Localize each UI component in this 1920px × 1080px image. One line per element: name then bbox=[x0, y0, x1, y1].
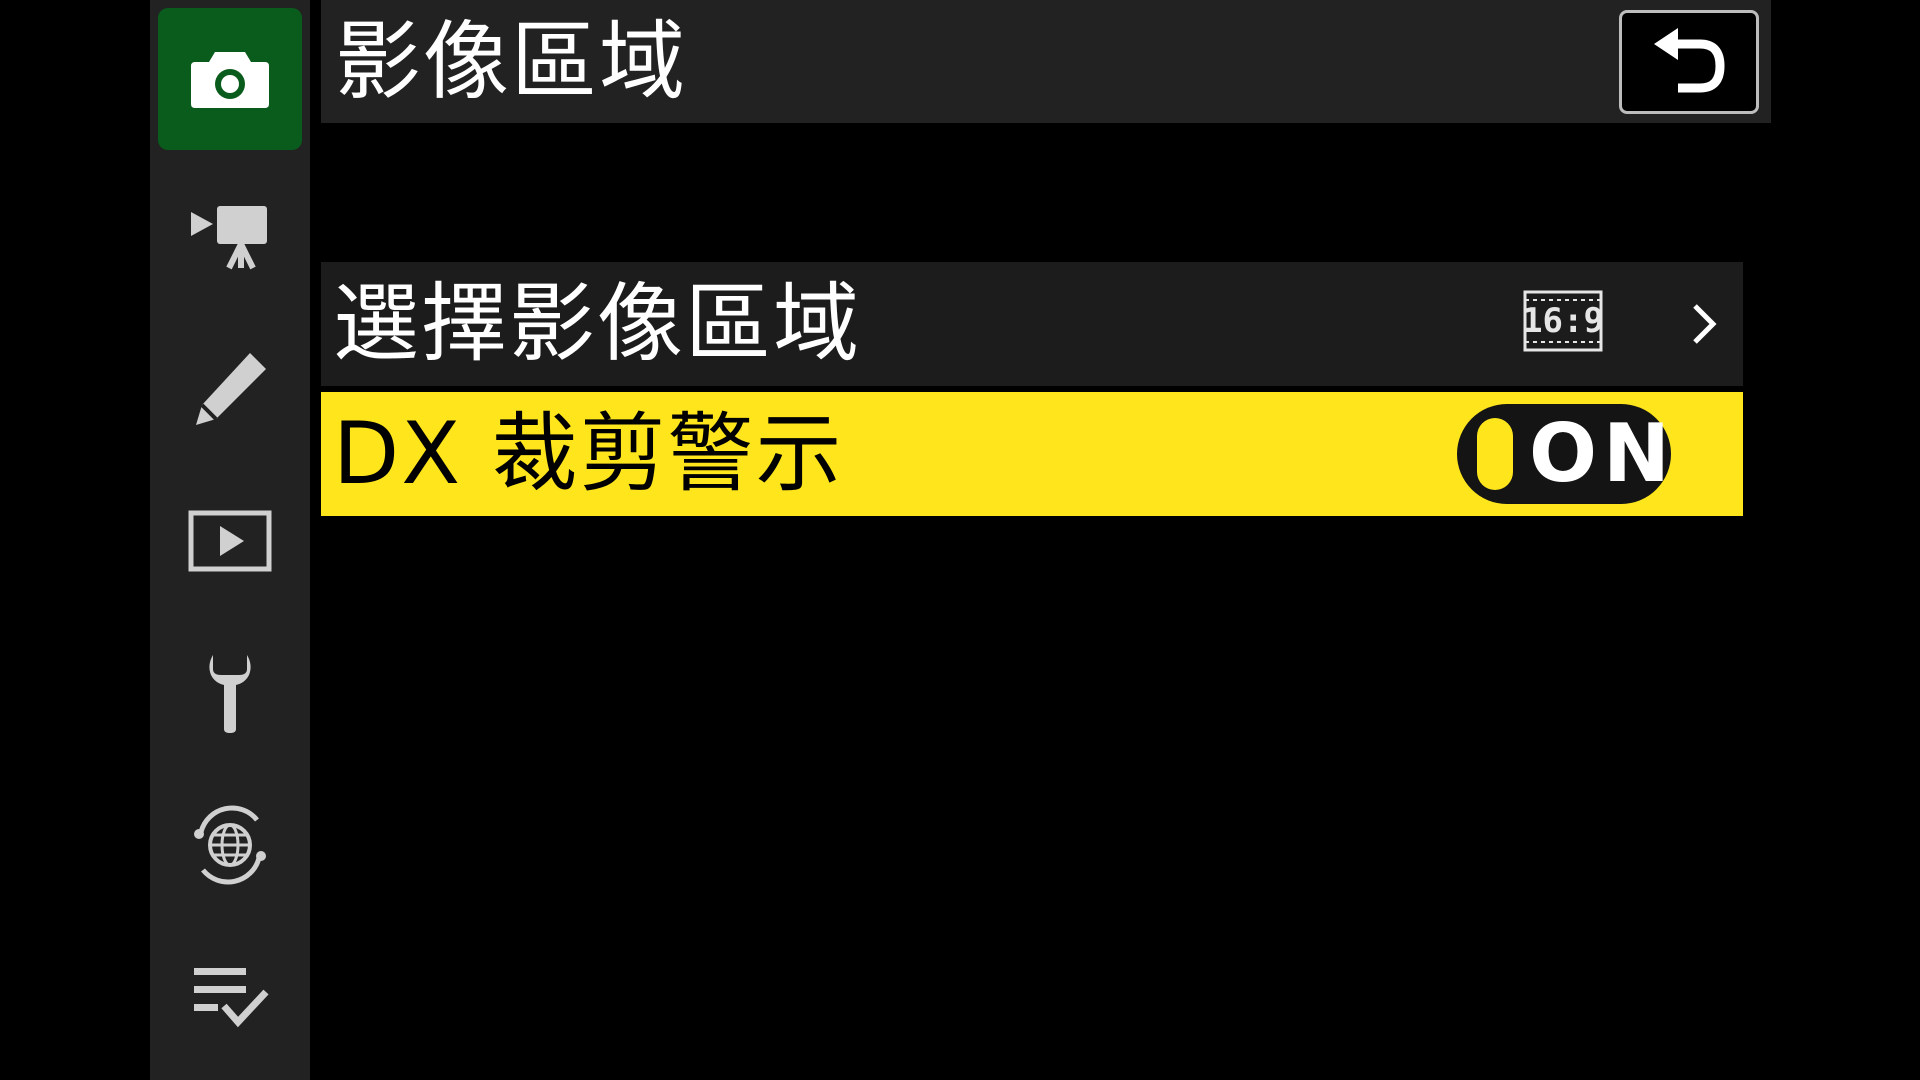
dx-crop-alert-toggle[interactable]: ON bbox=[1457, 404, 1671, 504]
pencil-icon bbox=[196, 353, 266, 425]
checklist-icon bbox=[194, 968, 269, 1028]
movie-camera-icon bbox=[191, 206, 267, 270]
play-icon bbox=[188, 510, 272, 572]
page-title: 影像區域 bbox=[335, 12, 687, 112]
menu-item-label: DX 裁剪警示 bbox=[333, 404, 844, 504]
menu-item-choose-image-area[interactable]: 選擇影像區域 16:9 bbox=[321, 262, 1743, 386]
sidebar-item-network[interactable] bbox=[158, 774, 302, 916]
sidebar-item-my-menu[interactable] bbox=[158, 926, 302, 1068]
toggle-knob bbox=[1477, 418, 1513, 490]
menu-item-dx-crop-alert[interactable]: DX 裁剪警示 ON bbox=[321, 392, 1743, 516]
sidebar-item-setup[interactable] bbox=[158, 622, 302, 764]
aspect-ratio-value: 16:9 bbox=[1522, 301, 1604, 341]
sidebar-item-custom-settings[interactable] bbox=[158, 318, 302, 460]
menu-sidebar bbox=[150, 0, 310, 1080]
wrench-icon bbox=[209, 655, 251, 733]
sidebar-item-playback[interactable] bbox=[158, 470, 302, 612]
network-globe-icon bbox=[194, 805, 266, 885]
sidebar-item-video-recording[interactable] bbox=[158, 166, 302, 308]
toggle-state-label: ON bbox=[1529, 407, 1676, 500]
return-arrow-icon bbox=[1654, 28, 1725, 93]
chevron-right-icon bbox=[1693, 304, 1717, 344]
camera-icon bbox=[191, 52, 269, 108]
back-button[interactable] bbox=[1619, 10, 1759, 114]
menu-header: 影像區域 bbox=[321, 0, 1771, 123]
camera-menu-screen: 影像區域 選擇影像區域 16:9 DX 裁剪警示 ON bbox=[0, 0, 1920, 1080]
sidebar-item-photo-shooting[interactable] bbox=[158, 8, 302, 150]
aspect-ratio-16-9-icon: 16:9 bbox=[1522, 290, 1604, 352]
menu-item-label: 選擇影像區域 bbox=[333, 274, 861, 374]
